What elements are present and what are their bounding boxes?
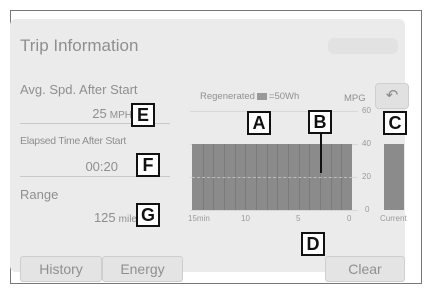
trip-info-screen: Trip Information Avg. Spd. After Start 2… <box>10 19 409 282</box>
page-title: Trip Information <box>20 36 139 55</box>
x-tick: Current <box>380 214 407 223</box>
avg-speed-unit: MPH <box>109 110 132 121</box>
range-label: Range <box>20 187 59 202</box>
regenerated-energy-icon <box>256 92 267 100</box>
x-tick: 10 <box>241 214 250 223</box>
grid-line <box>190 111 358 112</box>
y-tick: 40 <box>362 139 371 148</box>
elapsed-time-number: 00:20 <box>85 159 118 174</box>
regenerated-legend: Regenerated =50Wh <box>200 91 299 102</box>
y-tick: 20 <box>362 172 371 181</box>
grid-line <box>190 210 358 211</box>
regenerated-label: Regenerated <box>200 91 255 102</box>
title-bar-decoration <box>328 38 398 54</box>
y-tick: 60 <box>362 106 371 115</box>
callout-f: F <box>136 153 160 177</box>
mpg-unit-label: MPG <box>344 93 366 104</box>
y-tick: 0 <box>365 205 370 214</box>
avg-speed-number: 25 <box>92 106 107 121</box>
x-tick: 5 <box>296 214 301 223</box>
back-arrow-icon: ↶ <box>385 87 399 104</box>
x-tick: 0 <box>347 214 352 223</box>
energy-button[interactable]: Energy <box>102 256 183 282</box>
range-value: 125 miles <box>30 209 142 227</box>
x-tick: 15min <box>188 214 210 223</box>
elapsed-time-value: 00:20 <box>30 158 118 176</box>
callout-c: C <box>383 111 407 135</box>
current-bar <box>384 144 404 210</box>
regenerated-value: =50Wh <box>268 91 300 102</box>
back-button[interactable]: ↶ <box>375 83 409 109</box>
callout-b: B <box>308 110 332 134</box>
clear-button[interactable]: Clear <box>325 256 405 282</box>
range-number: 125 <box>93 210 116 225</box>
callout-a: A <box>247 111 271 135</box>
avg-speed-label: Avg. Spd. After Start <box>20 82 138 97</box>
elapsed-time-label: Elapsed Time After Start <box>20 135 127 147</box>
history-button[interactable]: History <box>20 256 102 282</box>
average-line <box>192 177 352 178</box>
callout-e: E <box>131 103 155 127</box>
callout-g: G <box>136 203 160 227</box>
callout-d: D <box>301 232 325 256</box>
avg-speed-value: 25 MPH <box>30 105 132 123</box>
